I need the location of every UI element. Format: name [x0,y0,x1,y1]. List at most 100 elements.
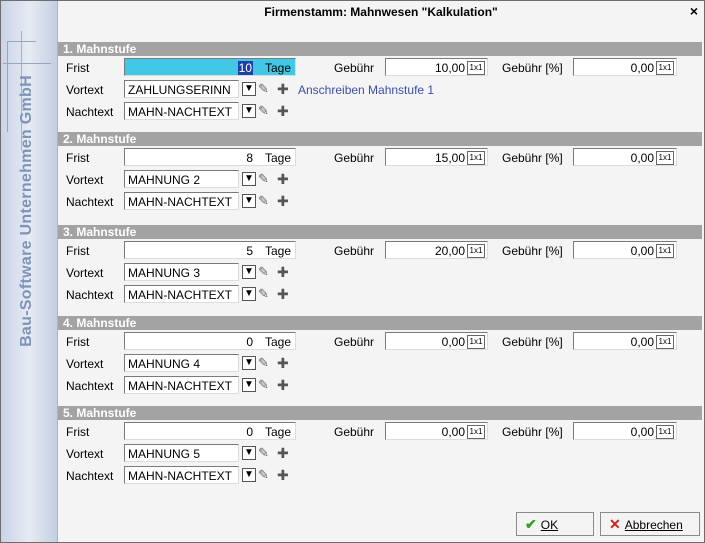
frist-row: Frist 0 Tage Gebühr 0,00 1x1 Gebühr [%] … [58,421,702,443]
plus-icon[interactable]: ✚ [277,102,293,120]
chevron-down-icon[interactable]: ▼ [242,104,256,118]
nachtext-value: MAHN-NACHTEXT [128,288,232,302]
pencil-icon[interactable]: ✎ [258,103,274,119]
gebuehr-input[interactable]: 0,00 1x1 [385,422,488,440]
plus-icon[interactable]: ✚ [277,444,293,462]
nachtext-label: Nachtext [66,105,114,119]
vortext-value: MAHNUNG 5 [128,447,201,461]
nachtext-select[interactable]: MAHN-NACHTEXT [124,376,239,394]
chevron-down-icon[interactable]: ▼ [242,378,256,392]
nachtext-value: MAHN-NACHTEXT [128,105,232,119]
ok-button[interactable]: ✔ OK [516,512,594,536]
calculator-icon[interactable]: 1x1 [656,335,674,349]
nachtext-value: MAHN-NACHTEXT [128,379,232,393]
plus-icon[interactable]: ✚ [277,376,293,394]
calculator-icon[interactable]: 1x1 [467,425,485,439]
vortext-select[interactable]: MAHNUNG 4 [124,354,239,372]
gebuehr-label: Gebühr [334,61,375,75]
nachtext-select[interactable]: MAHN-NACHTEXT [124,285,239,303]
calculator-icon[interactable]: 1x1 [467,244,485,258]
nachtext-select[interactable]: MAHN-NACHTEXT [124,102,239,120]
gebuehr-input[interactable]: 20,00 1x1 [385,241,488,259]
pencil-icon[interactable]: ✎ [258,377,274,393]
dialog-window: Bau-Software Unternehmen GmbH Firmenstam… [0,0,705,543]
chevron-down-icon[interactable]: ▼ [242,194,256,208]
pencil-icon[interactable]: ✎ [258,264,274,280]
anschreiben-link[interactable]: Anschreiben Mahnstufe 1 [298,83,434,97]
gebuehr-label: Gebühr [334,335,375,349]
gebuehr-pct-input[interactable]: 0,00 1x1 [573,241,677,259]
frist-value: 0 [246,335,253,349]
window-title: Firmenstamm: Mahnwesen "Kalkulation" [58,1,704,23]
vortext-label: Vortext [66,266,104,280]
cancel-button[interactable]: ✕ Abbrechen [600,512,700,536]
close-icon[interactable]: × [690,3,698,19]
plus-icon[interactable]: ✚ [277,170,293,188]
chevron-down-icon[interactable]: ▼ [242,265,256,279]
frist-value: 0 [246,425,253,439]
frist-input[interactable]: 10 Tage [124,58,296,76]
gebuehr-input[interactable]: 15,00 1x1 [385,148,488,166]
plus-icon[interactable]: ✚ [277,466,293,484]
gebuehr-input[interactable]: 0,00 1x1 [385,332,488,350]
chevron-down-icon[interactable]: ▼ [242,287,256,301]
gebuehr-pct-input[interactable]: 0,00 1x1 [573,332,677,350]
calculator-icon[interactable]: 1x1 [656,61,674,75]
gebuehr-label: Gebühr [334,244,375,258]
calculator-icon[interactable]: 1x1 [656,425,674,439]
gebuehr-pct-label: Gebühr [%] [502,61,563,75]
chevron-down-icon[interactable]: ▼ [242,446,256,460]
pencil-icon[interactable]: ✎ [258,355,274,371]
gebuehr-value: 15,00 [434,151,465,165]
gebuehr-pct-input[interactable]: 0,00 1x1 [573,148,677,166]
pencil-icon[interactable]: ✎ [258,193,274,209]
stage-header: 2. Mahnstufe [58,132,702,146]
nachtext-label: Nachtext [66,195,114,209]
vortext-select[interactable]: MAHNUNG 5 [124,444,239,462]
chevron-down-icon[interactable]: ▼ [242,356,256,370]
frist-value: 10 [237,61,253,75]
pencil-icon[interactable]: ✎ [258,467,274,483]
chevron-down-icon[interactable]: ▼ [242,172,256,186]
calculator-icon[interactable]: 1x1 [467,61,485,75]
frist-input[interactable]: 5 Tage [124,241,296,259]
vortext-select[interactable]: MAHNUNG 3 [124,263,239,281]
pencil-icon[interactable]: ✎ [258,81,274,97]
gebuehr-pct-input[interactable]: 0,00 1x1 [573,422,677,440]
gebuehr-pct-input[interactable]: 0,00 1x1 [573,58,677,76]
nachtext-select[interactable]: MAHN-NACHTEXT [124,192,239,210]
plus-icon[interactable]: ✚ [277,354,293,372]
pencil-icon[interactable]: ✎ [258,445,274,461]
frist-input[interactable]: 0 Tage [124,332,296,350]
calculator-icon[interactable]: 1x1 [467,151,485,165]
frist-row: Frist 8 Tage Gebühr 15,00 1x1 Gebühr [%]… [58,147,702,169]
plus-icon[interactable]: ✚ [277,80,293,98]
nachtext-label: Nachtext [66,379,114,393]
frist-input[interactable]: 8 Tage [124,148,296,166]
nachtext-select[interactable]: MAHN-NACHTEXT [124,466,239,484]
vortext-row: Vortext MAHNUNG 2 ▼ ✎ ✚ [58,169,702,191]
gebuehr-input[interactable]: 10,00 1x1 [385,58,488,76]
chevron-down-icon[interactable]: ▼ [242,82,256,96]
vortext-label: Vortext [66,83,104,97]
gebuehr-pct-value: 0,00 [630,244,654,258]
pencil-icon[interactable]: ✎ [258,286,274,302]
vortext-label: Vortext [66,447,104,461]
stage-header: 5. Mahnstufe [58,406,702,420]
vortext-select[interactable]: ZAHLUNGSERINN [124,80,239,98]
plus-icon[interactable]: ✚ [277,285,293,303]
frist-label: Frist [66,244,90,258]
frist-input[interactable]: 0 Tage [124,422,296,440]
vortext-select[interactable]: MAHNUNG 2 [124,170,239,188]
stage-header: 3. Mahnstufe [58,225,702,239]
plus-icon[interactable]: ✚ [277,263,293,281]
gebuehr-label: Gebühr [334,151,375,165]
plus-icon[interactable]: ✚ [277,192,293,210]
calculator-icon[interactable]: 1x1 [656,244,674,258]
chevron-down-icon[interactable]: ▼ [242,468,256,482]
calculator-icon[interactable]: 1x1 [656,151,674,165]
calculator-icon[interactable]: 1x1 [467,335,485,349]
pencil-icon[interactable]: ✎ [258,171,274,187]
frist-unit: Tage [264,244,291,258]
frist-value: 5 [246,244,253,258]
